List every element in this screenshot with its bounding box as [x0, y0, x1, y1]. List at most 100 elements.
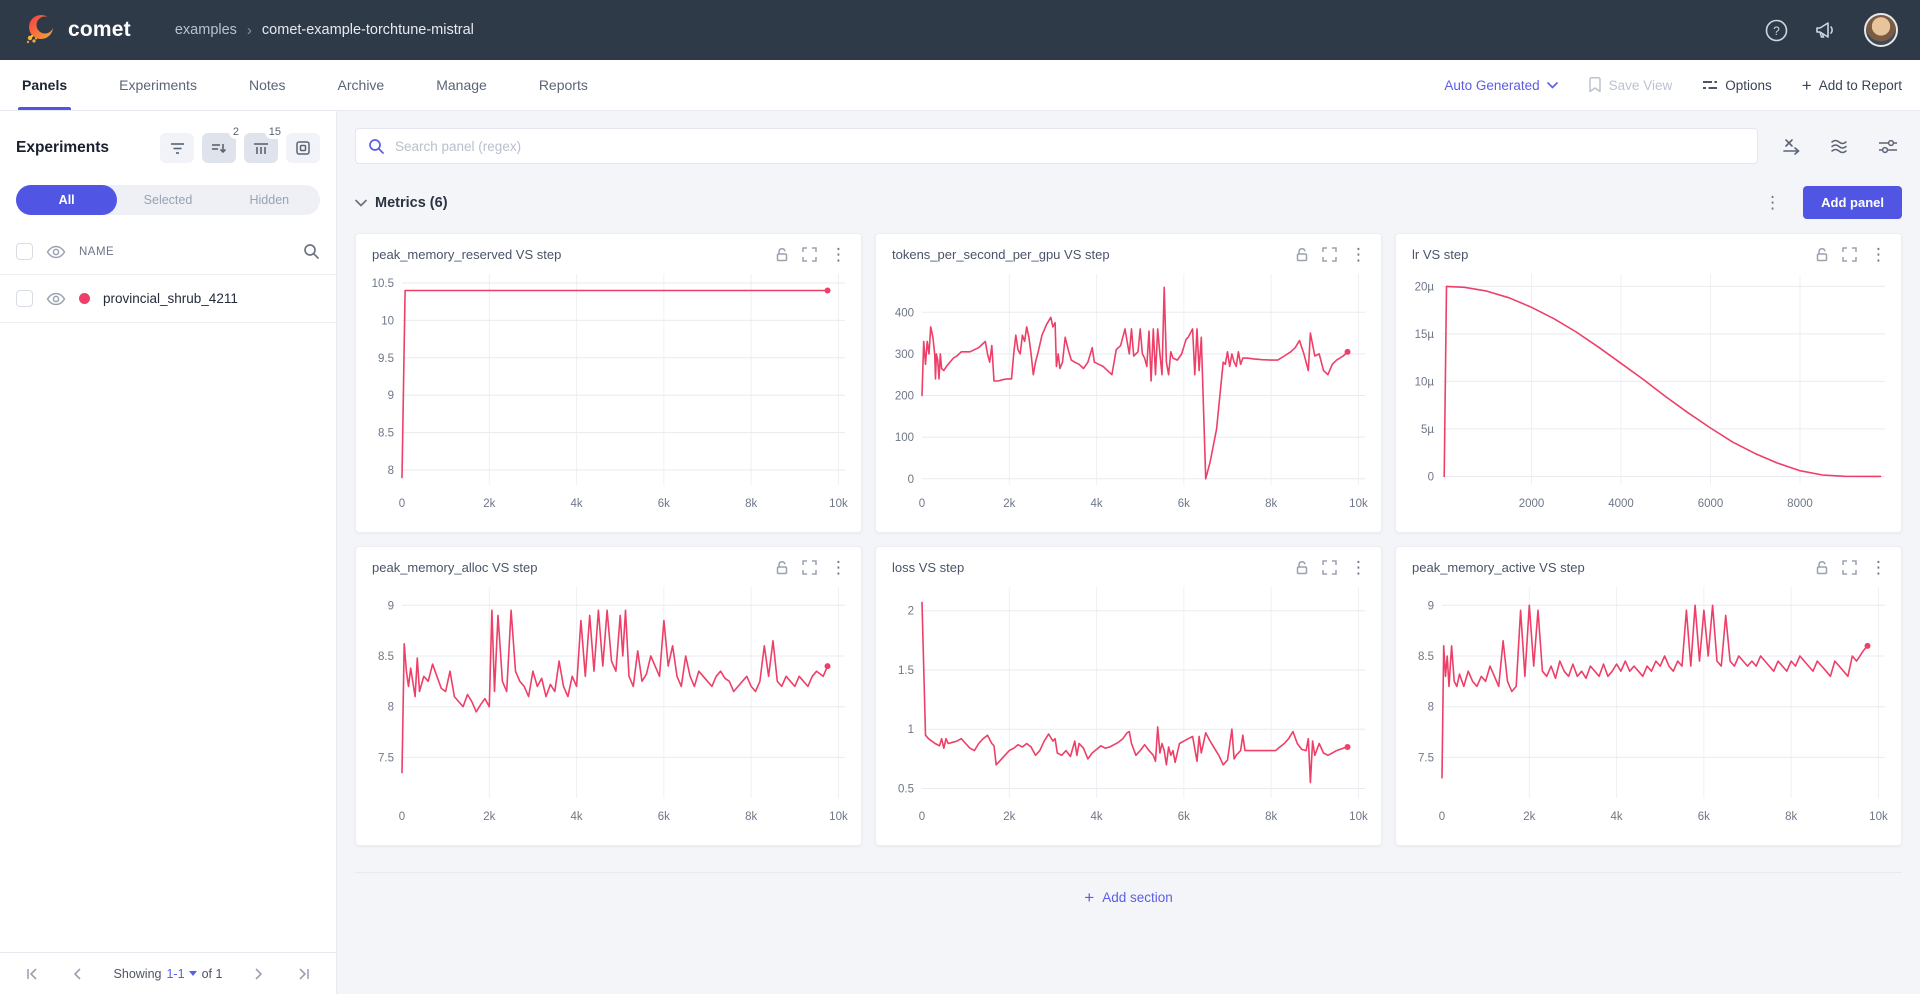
- search-icon[interactable]: [303, 243, 320, 260]
- user-avatar[interactable]: [1864, 13, 1898, 47]
- sort-button[interactable]: 2: [202, 133, 236, 163]
- plus-icon: +: [1802, 77, 1812, 94]
- bookmark-icon: [1588, 77, 1602, 93]
- group-button[interactable]: [286, 133, 320, 163]
- filter-tab-selected[interactable]: Selected: [117, 185, 218, 215]
- panel-menu-kebab-icon[interactable]: ⋮: [1870, 246, 1887, 263]
- options-label: Options: [1725, 78, 1772, 93]
- add-panel-button[interactable]: Add panel: [1803, 186, 1902, 219]
- pagination-showing-label: Showing: [114, 967, 162, 981]
- svg-text:0: 0: [1428, 471, 1434, 483]
- experiment-name[interactable]: provincial_shrub_4211: [103, 291, 238, 306]
- lock-icon[interactable]: [775, 247, 789, 262]
- chart-settings-sliders-icon[interactable]: [1878, 138, 1898, 155]
- svg-text:2k: 2k: [1003, 498, 1015, 510]
- tab-experiments[interactable]: Experiments: [115, 60, 201, 110]
- filter-tab-all[interactable]: All: [16, 185, 117, 215]
- section-title[interactable]: Metrics (6): [375, 195, 448, 211]
- columns-button[interactable]: 15: [244, 133, 278, 163]
- breadcrumb-workspace[interactable]: examples: [175, 22, 237, 38]
- line-chart[interactable]: 010020030040002k4k6k8k10k: [876, 265, 1381, 515]
- prev-page-icon[interactable]: [73, 968, 82, 980]
- metric-panel: peak_memory_reserved VS step ⋮ 88.599.51…: [355, 233, 862, 533]
- panel-menu-kebab-icon[interactable]: ⋮: [1350, 246, 1367, 263]
- view-selector-dropdown[interactable]: Auto Generated: [1444, 78, 1557, 93]
- lock-icon[interactable]: [1295, 247, 1309, 262]
- svg-text:8: 8: [388, 702, 394, 714]
- fullscreen-icon[interactable]: [802, 560, 817, 575]
- smoothing-icon[interactable]: [1830, 138, 1850, 155]
- line-chart[interactable]: 7.588.5902k4k6k8k10k: [1396, 578, 1901, 828]
- svg-text:300: 300: [895, 349, 914, 361]
- svg-text:0: 0: [919, 498, 925, 510]
- fullscreen-icon[interactable]: [1842, 247, 1857, 262]
- panel-menu-kebab-icon[interactable]: ⋮: [1350, 559, 1367, 576]
- next-page-icon[interactable]: [254, 968, 263, 980]
- line-chart[interactable]: 0.511.5202k4k6k8k10k: [876, 578, 1381, 828]
- lock-icon[interactable]: [775, 560, 789, 575]
- first-page-icon[interactable]: [26, 968, 41, 980]
- metric-panel: peak_memory_alloc VS step ⋮ 7.588.5902k4…: [355, 546, 862, 846]
- pagination-range-dropdown[interactable]: 1-1: [166, 967, 196, 981]
- filter-tab-hidden[interactable]: Hidden: [219, 185, 320, 215]
- svg-text:8000: 8000: [1787, 498, 1813, 510]
- svg-text:8k: 8k: [1785, 811, 1797, 823]
- last-page-icon[interactable]: [295, 968, 310, 980]
- save-view-button[interactable]: Save View: [1588, 77, 1673, 93]
- tab-notes[interactable]: Notes: [245, 60, 290, 110]
- experiments-table-header: NAME: [0, 219, 336, 275]
- visibility-eye-icon[interactable]: [46, 245, 66, 259]
- select-all-checkbox[interactable]: [16, 243, 33, 260]
- help-icon[interactable]: ?: [1765, 19, 1788, 42]
- svg-text:200: 200: [895, 391, 914, 403]
- panel-menu-kebab-icon[interactable]: ⋮: [830, 246, 847, 263]
- svg-text:10k: 10k: [829, 811, 848, 823]
- lock-icon[interactable]: [1815, 247, 1829, 262]
- x-axis-settings-icon[interactable]: [1782, 138, 1802, 155]
- lock-icon[interactable]: [1815, 560, 1829, 575]
- line-chart[interactable]: 7.588.5902k4k6k8k10k: [356, 578, 861, 828]
- add-section-button[interactable]: + Add section: [1084, 889, 1172, 906]
- filter-button[interactable]: [160, 133, 194, 163]
- metric-panel: lr VS step ⋮ 05µ10µ15µ20µ200040006000800…: [1395, 233, 1902, 533]
- experiment-row[interactable]: provincial_shrub_4211: [0, 275, 336, 323]
- svg-text:4k: 4k: [571, 811, 583, 823]
- line-chart[interactable]: 88.599.51010.502k4k6k8k10k: [356, 265, 861, 515]
- search-input[interactable]: [395, 139, 1745, 154]
- fullscreen-icon[interactable]: [1842, 560, 1857, 575]
- fullscreen-icon[interactable]: [802, 247, 817, 262]
- fullscreen-icon[interactable]: [1322, 560, 1337, 575]
- fullscreen-icon[interactable]: [1322, 247, 1337, 262]
- visibility-eye-icon[interactable]: [46, 292, 66, 306]
- svg-text:10: 10: [381, 315, 394, 327]
- panel-search-box[interactable]: [355, 128, 1758, 164]
- add-to-report-button[interactable]: + Add to Report: [1802, 77, 1902, 94]
- options-button[interactable]: Options: [1702, 78, 1772, 93]
- svg-text:10k: 10k: [1349, 811, 1368, 823]
- nested-square-icon: [296, 141, 310, 155]
- columns-icon: [253, 142, 269, 155]
- comet-logo[interactable]: comet: [22, 12, 131, 48]
- line-chart[interactable]: 05µ10µ15µ20µ2000400060008000: [1396, 265, 1901, 515]
- section-menu-kebab-icon[interactable]: ⋮: [1764, 194, 1781, 211]
- panel-menu-kebab-icon[interactable]: ⋮: [1870, 559, 1887, 576]
- svg-text:4k: 4k: [1091, 811, 1103, 823]
- sidebar-title: Experiments: [16, 139, 160, 157]
- announcements-icon[interactable]: [1814, 19, 1838, 41]
- tab-panels[interactable]: Panels: [18, 60, 71, 110]
- tab-reports[interactable]: Reports: [535, 60, 592, 110]
- experiment-checkbox[interactable]: [16, 290, 33, 307]
- panel-menu-kebab-icon[interactable]: ⋮: [830, 559, 847, 576]
- tab-manage[interactable]: Manage: [432, 60, 491, 110]
- svg-text:20µ: 20µ: [1415, 281, 1435, 293]
- tab-archive[interactable]: Archive: [334, 60, 389, 110]
- lock-icon[interactable]: [1295, 560, 1309, 575]
- svg-text:400: 400: [895, 307, 914, 319]
- svg-text:9.5: 9.5: [378, 353, 394, 365]
- section-collapse-chevron-icon[interactable]: [355, 199, 367, 207]
- panel-title: tokens_per_second_per_gpu VS step: [892, 247, 1295, 262]
- name-column-header[interactable]: NAME: [79, 246, 114, 258]
- plus-icon: +: [1084, 889, 1094, 906]
- breadcrumb-project[interactable]: comet-example-torchtune-mistral: [262, 22, 474, 38]
- topbar: comet examples › comet-example-torchtune…: [0, 0, 1920, 60]
